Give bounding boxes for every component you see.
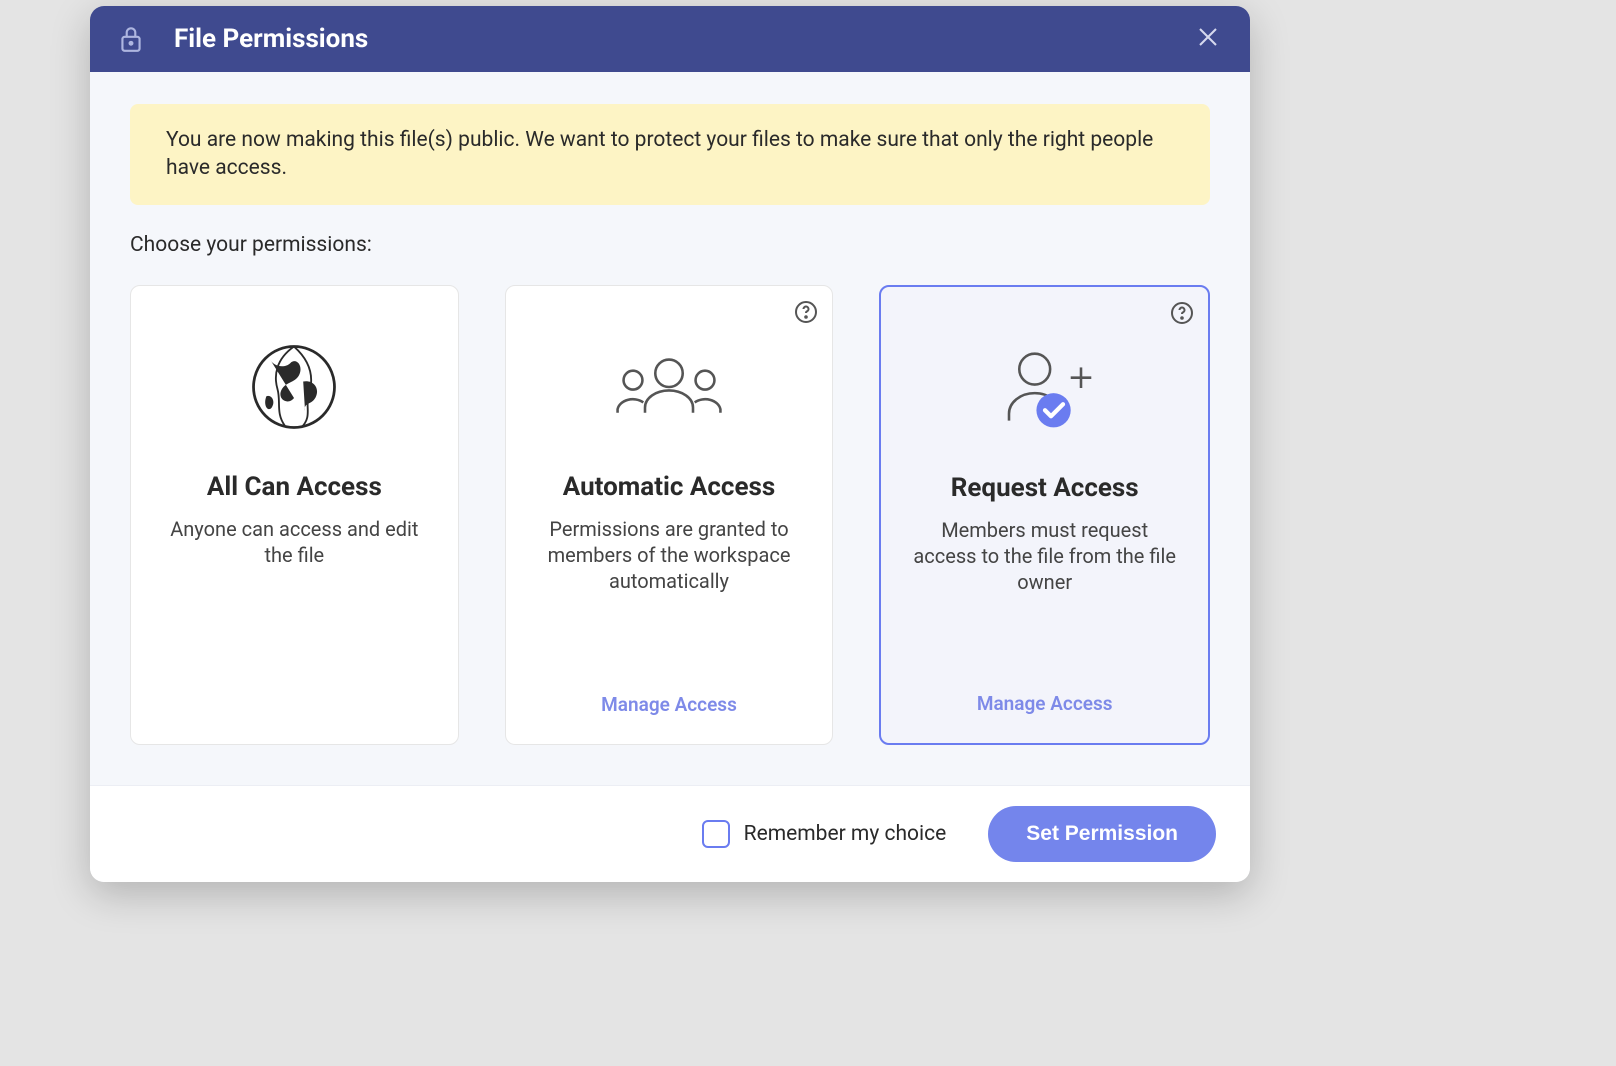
card-title: Request Access — [951, 473, 1139, 503]
info-banner: You are now making this file(s) public. … — [130, 104, 1210, 205]
file-permissions-dialog: File Permissions You are now making this… — [90, 6, 1250, 882]
card-title: Automatic Access — [563, 472, 775, 502]
lock-icon — [118, 24, 144, 54]
set-permission-button[interactable]: Set Permission — [988, 806, 1216, 862]
card-request-access[interactable]: Request Access Members must request acce… — [879, 285, 1210, 745]
card-all-can-access[interactable]: All Can Access Anyone can access and edi… — [130, 285, 459, 745]
group-icon — [530, 312, 809, 462]
manage-access-link[interactable]: Manage Access — [977, 662, 1113, 715]
choose-permissions-label: Choose your permissions: — [130, 233, 1210, 257]
remember-choice-checkbox[interactable]: Remember my choice — [702, 820, 947, 848]
dialog-header: File Permissions — [90, 6, 1250, 72]
card-title: All Can Access — [207, 472, 382, 502]
card-description: Anyone can access and edit the file — [155, 516, 434, 568]
dialog-footer: Remember my choice Set Permission — [90, 785, 1250, 882]
help-icon[interactable] — [794, 300, 818, 328]
manage-access-link[interactable]: Manage Access — [601, 663, 737, 716]
card-description: Permissions are granted to members of th… — [530, 516, 809, 594]
checkbox-box — [702, 820, 730, 848]
permission-cards: All Can Access Anyone can access and edi… — [130, 285, 1210, 745]
remember-label: Remember my choice — [744, 822, 947, 846]
dialog-title: File Permissions — [174, 24, 368, 54]
card-description: Members must request access to the file … — [905, 517, 1184, 595]
close-icon[interactable] — [1190, 19, 1226, 59]
globe-icon — [155, 312, 434, 462]
request-user-icon — [905, 313, 1184, 463]
card-automatic-access[interactable]: Automatic Access Permissions are granted… — [505, 285, 834, 745]
dialog-body: You are now making this file(s) public. … — [90, 72, 1250, 785]
help-icon[interactable] — [1170, 301, 1194, 329]
